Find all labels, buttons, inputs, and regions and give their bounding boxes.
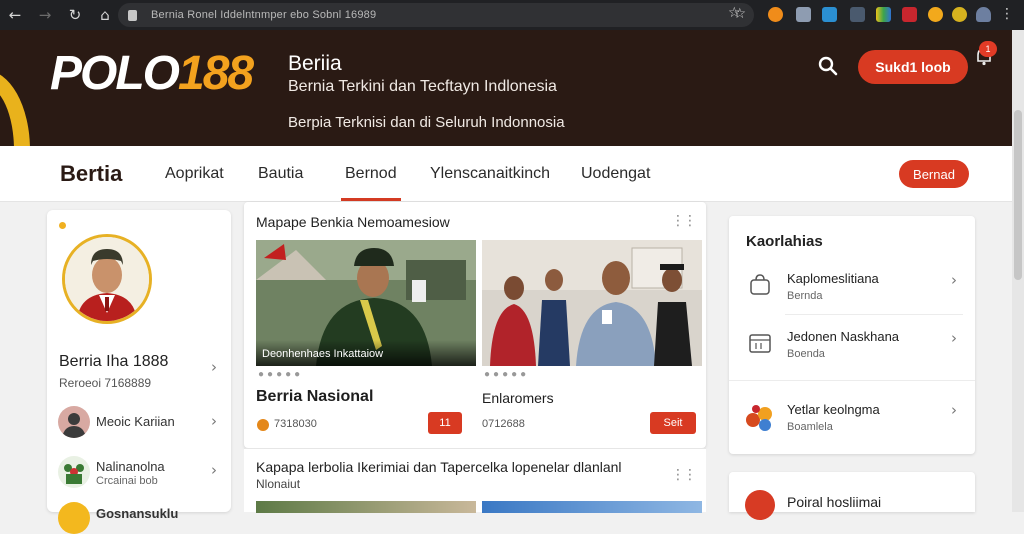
site-header: POLO188 Beriia Bernia Terkini dan Tecfta…	[0, 30, 1012, 146]
extension-puzzle-icon[interactable]	[796, 7, 811, 22]
header-tagline: Berpia Terknisi dan di Seluruh Indonnosi…	[288, 114, 565, 131]
home-icon[interactable]: ⌂	[90, 0, 120, 30]
page-scrollbar[interactable]	[1012, 30, 1024, 512]
profile-subtitle: Reroeoi 7168889	[59, 376, 152, 390]
avatar[interactable]	[58, 456, 90, 488]
avatar[interactable]	[58, 502, 90, 534]
poll-label[interactable]: Poiral hosliimai	[787, 494, 881, 510]
chevron-right-icon[interactable]: ›	[951, 271, 957, 289]
nav-brand[interactable]: Bertia	[60, 161, 122, 187]
news-thumbnail[interactable]	[482, 501, 702, 513]
group-icon	[64, 464, 84, 484]
news-action-button[interactable]: Seit	[650, 412, 696, 434]
poll-icon	[745, 490, 775, 520]
carousel-dots[interactable]: ●●●●●	[484, 369, 529, 380]
address-bar[interactable]: Bernia Ronel Iddelntnmper ebo Sobnl 1698…	[118, 3, 754, 27]
nav-item-bernod[interactable]: Bernod	[341, 165, 401, 201]
back-icon[interactable]: ←	[0, 0, 30, 30]
list-item-sub: Crcainai bob	[96, 475, 158, 487]
drag-handle-icon[interactable]: ⋮⋮	[671, 467, 697, 483]
profile-avatar[interactable]	[62, 234, 152, 324]
clock-icon	[257, 419, 269, 431]
forward-icon[interactable]: →	[30, 0, 60, 30]
extension-face-icon[interactable]	[952, 7, 967, 22]
chevron-right-icon[interactable]: ›	[211, 358, 217, 376]
list-item-label[interactable]: Gosnansuklu	[96, 506, 178, 521]
carousel-dots[interactable]: ●●●●●	[258, 369, 303, 380]
decorative-arc	[0, 70, 30, 146]
main-nav: Bertia Aoprikat Bautia Bernod Ylenscanai…	[0, 146, 1012, 202]
extension-blue-icon[interactable]	[822, 7, 837, 22]
photo-caption: Deonhenhaes Inkattaiow	[262, 348, 384, 360]
sidebar-item-sub: Boamlela	[787, 421, 833, 433]
extension-grey-icon[interactable]	[850, 7, 865, 22]
extension-red-icon[interactable]	[902, 7, 917, 22]
news-headline[interactable]: Enlaromers	[482, 390, 554, 406]
profile-icon[interactable]	[976, 7, 991, 22]
nav-action-button[interactable]: Bernad	[899, 160, 969, 188]
header-title: Beriia	[288, 52, 342, 75]
poll-card: Poiral hosliimai	[729, 472, 975, 520]
extension-orange-icon[interactable]	[768, 7, 783, 22]
list-item-label[interactable]: Meoic Kariian	[96, 414, 175, 429]
search-icon[interactable]	[818, 56, 838, 76]
site-logo[interactable]: POLO188	[50, 46, 254, 101]
sidebar-item-label[interactable]: Kaplomeslitiana	[787, 271, 879, 286]
news-meta: 7318030	[274, 418, 317, 430]
person-portrait-icon	[65, 237, 149, 321]
header-subtitle: Bernia Terkini dan Tecftayn Indlonesia	[288, 78, 557, 95]
news-thumbnail[interactable]	[256, 501, 476, 513]
sidebar-title: Kaorlahias	[746, 233, 823, 250]
sidebar-item-label[interactable]: Yetlar keolngma	[787, 402, 880, 417]
news-meta: 0712688	[482, 418, 525, 430]
extension-shield-icon[interactable]	[928, 7, 943, 22]
status-dot	[59, 222, 66, 229]
reload-icon[interactable]: ↻	[60, 0, 90, 30]
drag-handle-icon[interactable]: ⋮⋮	[671, 213, 697, 229]
chevron-right-icon[interactable]: ›	[211, 412, 217, 430]
news-image	[482, 240, 702, 366]
sidebar-item-label[interactable]: Jedonen Naskhana	[787, 329, 899, 344]
avatar[interactable]	[58, 406, 90, 438]
nav-item-uodengat[interactable]: Uodengat	[581, 165, 650, 183]
news-section: Mapape Benkia Nemoamesiow ⋮⋮ Deonhenhaes…	[244, 202, 706, 448]
profile-name: Berria Iha 1888	[59, 353, 169, 370]
news-headline[interactable]: Berria Nasional	[256, 388, 373, 406]
header-cta-button[interactable]: Sukd1 loob	[858, 50, 968, 84]
lock-icon	[128, 9, 137, 21]
sidebar-item-sub: Bernda	[787, 290, 823, 302]
bag-icon	[750, 274, 770, 295]
news-photo-1[interactable]: Deonhenhaes Inkattaiow	[256, 240, 476, 366]
browser-menu-icon[interactable]: ⋮	[1000, 6, 1014, 22]
bookmark-icon[interactable]: ☆	[728, 5, 741, 21]
nav-item-aoprikat[interactable]: Aoprikat	[165, 165, 224, 183]
scrollbar-thumb[interactable]	[1014, 110, 1022, 280]
browser-toolbar: ← → ↻ ⌂ Bernia Ronel Iddelntnmper ebo So…	[0, 0, 1024, 30]
news-section-2: Kapapa lerbolia Ikerimiai dan Tapercelka…	[244, 448, 706, 513]
news-photo-2[interactable]	[482, 240, 702, 366]
section-title: Mapape Benkia Nemoamesiow	[256, 214, 450, 230]
profile-card: Berria Iha 1888 Reroeoi 7168889 › Meoic …	[47, 210, 231, 534]
notification-badge: 1	[979, 41, 997, 57]
section-subtitle: Nlonaiut	[256, 477, 301, 491]
section-title: Kapapa lerbolia Ikerimiai dan Tapercelka…	[256, 459, 622, 475]
calendar-icon	[749, 334, 771, 353]
sidebar-item-sub: Boenda	[787, 348, 825, 360]
category-card: Kaorlahias Kaplomeslitiana Bernda › Jedo…	[729, 216, 975, 454]
url-text: Bernia Ronel Iddelntnmper ebo Sobnl 1698…	[151, 9, 377, 21]
chevron-right-icon[interactable]: ›	[211, 461, 217, 479]
person-icon	[62, 413, 86, 438]
extension-chart-icon[interactable]	[876, 7, 891, 22]
nav-item-bautia[interactable]: Bautia	[258, 165, 303, 183]
nav-item-ylenscanaitkinch[interactable]: Ylenscanaitkinch	[430, 165, 550, 183]
chevron-right-icon[interactable]: ›	[951, 401, 957, 419]
list-item-label[interactable]: Nalinanolna	[96, 459, 165, 474]
chevron-right-icon[interactable]: ›	[951, 329, 957, 347]
news-action-button[interactable]: 11	[428, 412, 462, 434]
fruit-basket-icon	[746, 405, 772, 431]
